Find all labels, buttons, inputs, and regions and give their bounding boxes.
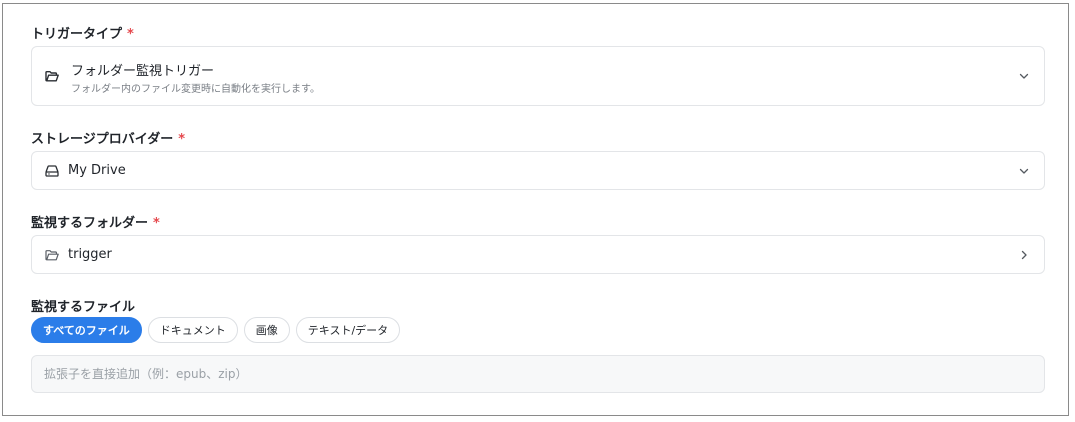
storage-provider-label: ストレージプロバイダー * (31, 128, 185, 147)
filter-chip-images[interactable]: 画像 (243, 317, 290, 343)
watch-folder-value: trigger (68, 247, 112, 262)
filter-chip-text-data[interactable]: テキスト/データ (295, 317, 401, 343)
watch-files-label: 監視するファイル (31, 300, 136, 315)
trigger-type-description: フォルダー内のファイル変更時に自動化を実行します。 (71, 84, 320, 95)
trigger-type-title: フォルダー監視トリガー (71, 64, 215, 79)
extension-input[interactable] (31, 355, 1045, 393)
watch-folder-select[interactable]: trigger (31, 235, 1045, 274)
watch-folder-label: 監視するフォルダー * (31, 212, 160, 231)
required-mark: * (178, 132, 186, 147)
chevron-down-icon (1019, 168, 1029, 174)
trigger-type-select[interactable]: フォルダー監視トリガー フォルダー内のファイル変更時に自動化を実行します。 (31, 46, 1045, 106)
filter-chip-documents[interactable]: ドキュメント (147, 317, 238, 343)
filter-chip-all-files[interactable]: すべてのファイル (31, 317, 142, 343)
folder-open-icon (45, 71, 59, 82)
watch-folder-label-text: 監視するフォルダー (31, 216, 149, 231)
folder-icon (45, 250, 59, 261)
trigger-type-label: トリガータイプ * (31, 23, 134, 42)
chevron-down-icon (1019, 73, 1029, 79)
trigger-type-label-text: トリガータイプ (31, 27, 123, 42)
storage-provider-value: My Drive (68, 163, 126, 178)
required-mark: * (127, 27, 134, 42)
drive-icon (45, 165, 59, 177)
required-mark: * (153, 216, 160, 231)
storage-provider-label-text: ストレージプロバイダー (31, 132, 174, 147)
storage-provider-select[interactable]: My Drive (31, 151, 1045, 190)
file-filter-chips: すべてのファイル ドキュメント 画像 テキスト/データ (31, 317, 401, 343)
chevron-right-icon (1021, 250, 1027, 260)
